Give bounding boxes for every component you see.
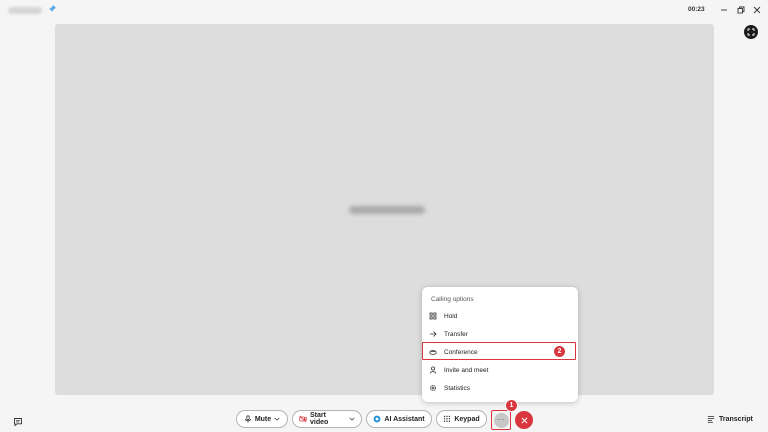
call-timer: 00:23	[688, 6, 705, 13]
menu-item-invite-and-meet[interactable]: Invite and meet	[422, 361, 578, 379]
keypad-button[interactable]: Keypad	[436, 410, 487, 428]
expand-icon	[747, 28, 755, 36]
transcript-button[interactable]: Transcript	[707, 414, 753, 424]
ai-assistant-button[interactable]: AI Assistant	[366, 410, 432, 428]
menu-item-label: Statistics	[444, 384, 471, 392]
menu-item-transfer[interactable]: Transfer	[422, 325, 578, 343]
step-badge-1: 1	[505, 399, 518, 412]
keypad-icon	[444, 415, 451, 422]
menu-item-label: Hold	[444, 312, 458, 320]
gear-icon	[430, 385, 436, 391]
start-video-button[interactable]: Start video	[292, 410, 362, 428]
close-icon	[521, 417, 527, 423]
chevron-down-icon[interactable]	[274, 416, 280, 422]
menu-item-statistics[interactable]: Statistics	[422, 379, 578, 397]
title-bar: 00:23	[0, 0, 768, 22]
ai-assistant-label: AI Assistant	[384, 415, 425, 423]
more-options-button[interactable]: ···	[491, 410, 511, 430]
caller-id-blurred	[349, 206, 425, 214]
chat-icon	[14, 418, 22, 427]
start-video-label: Start video	[310, 412, 329, 426]
caller-name-blurred	[8, 7, 42, 14]
menu-item-label: Invite and meet	[444, 366, 489, 374]
microphone-icon	[244, 415, 251, 423]
transcript-icon	[707, 416, 715, 423]
restore-button[interactable]	[735, 4, 747, 16]
video-stage	[55, 24, 714, 395]
end-call-button[interactable]	[515, 411, 533, 429]
chevron-down-icon[interactable]	[349, 416, 355, 422]
arrow-right-icon	[430, 331, 437, 337]
menu-item-hold[interactable]: Hold	[422, 307, 578, 325]
ai-assistant-icon	[373, 415, 381, 423]
restore-icon	[737, 6, 745, 14]
hold-icon	[429, 312, 437, 320]
calling-options-menu: Calling options Hold Transfer Conference…	[422, 287, 578, 402]
more-icon: ···	[493, 412, 509, 428]
minimize-button[interactable]	[718, 4, 730, 16]
pin-icon[interactable]	[47, 4, 57, 14]
menu-item-label: Transfer	[444, 330, 468, 338]
menu-heading: Calling options	[431, 296, 474, 303]
close-window-button[interactable]	[751, 4, 763, 16]
person-icon	[429, 366, 437, 374]
video-off-icon	[299, 415, 307, 423]
keypad-label: Keypad	[454, 415, 480, 423]
close-icon	[753, 6, 761, 14]
mute-button[interactable]: Mute	[236, 410, 288, 428]
step-badge-2: 2	[553, 345, 566, 358]
transcript-label: Transcript	[719, 415, 753, 423]
chat-button[interactable]	[13, 414, 23, 427]
minimize-icon	[721, 9, 727, 11]
mute-label: Mute	[254, 415, 272, 423]
fullscreen-button[interactable]	[744, 25, 758, 39]
